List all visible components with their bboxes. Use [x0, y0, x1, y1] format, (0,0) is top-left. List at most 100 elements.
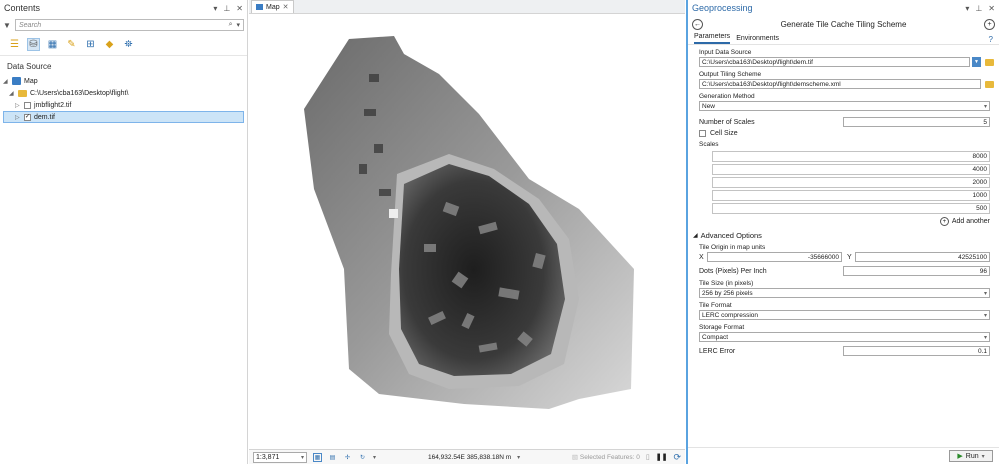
browse-folder-icon[interactable] — [985, 58, 994, 66]
tree-item-layer[interactable]: ▷ jmbflight2.tif — [3, 99, 247, 111]
list-by-data-source-icon[interactable]: ⛁ — [27, 38, 40, 51]
expand-icon[interactable]: ▷ — [15, 102, 21, 109]
scales-label: Scales — [699, 141, 719, 148]
tool-name: Generate Tile Cache Tiling Scheme — [780, 19, 907, 29]
pan-icon[interactable]: ✢ — [343, 453, 352, 462]
collapse-icon[interactable]: ◢ — [3, 78, 9, 85]
contents-search-input[interactable]: Search ⌕ ▾ — [15, 19, 244, 31]
close-icon[interactable]: ✕ — [988, 4, 995, 13]
close-icon[interactable]: ✕ — [283, 3, 289, 11]
map-icon — [12, 77, 21, 85]
cell-size-checkbox[interactable] — [699, 130, 706, 137]
list-by-perspective-icon[interactable]: ⛯ — [122, 38, 135, 51]
expand-icon[interactable]: ▷ — [15, 114, 21, 121]
options-chevron-icon[interactable]: ▾ — [213, 4, 217, 13]
output-tiling-scheme-field[interactable]: C:\Users\cba163\Desktop\flight\demscheme… — [699, 79, 981, 89]
list-by-editing-icon[interactable]: ✎ — [65, 38, 78, 51]
add-button[interactable]: + — [984, 18, 995, 30]
storage-format-select[interactable]: Compact ▾ — [699, 332, 990, 342]
contents-tree: ◢ Map ◢ C:\Users\cba163\Desktop\flight\ … — [0, 75, 247, 123]
chevron-down-icon: ▾ — [983, 334, 987, 341]
search-icon[interactable]: ⌕ — [229, 21, 233, 29]
list-by-selection-icon[interactable]: ▦ — [46, 38, 59, 51]
scale-selector[interactable]: 1:3,871 ▾ — [253, 451, 307, 463]
browse-folder-icon[interactable] — [985, 80, 994, 88]
tile-size-label: Tile Size (in pixels) — [699, 280, 754, 287]
map-canvas[interactable] — [249, 14, 685, 449]
grid-icon[interactable]: ▤ — [328, 453, 337, 462]
tile-origin-label: Tile Origin in map units — [699, 244, 766, 251]
tab-environments[interactable]: Environments — [736, 35, 779, 44]
run-bar: ▶ Run ▾ — [688, 447, 999, 464]
coordinate-readout: 164,932.54E 385,838.18N m — [428, 453, 512, 461]
chevron-down-icon[interactable]: ▾ — [301, 454, 304, 461]
origin-x-input[interactable]: -35666000 — [706, 252, 842, 262]
tile-size-select[interactable]: 256 by 256 pixels ▾ — [699, 288, 990, 298]
dem-raster — [304, 36, 634, 409]
close-icon[interactable]: ✕ — [236, 4, 243, 13]
search-dropdown-icon[interactable]: ▾ — [236, 21, 240, 29]
tree-item-map[interactable]: ◢ Map — [3, 75, 247, 87]
add-another-button[interactable]: + Add another — [699, 217, 990, 226]
chevron-down-icon[interactable]: ▾ — [373, 454, 376, 461]
input-dropdown-button[interactable]: ▼ — [972, 57, 981, 67]
list-by-labeling-icon[interactable]: ◆ — [103, 38, 116, 51]
origin-y-input[interactable]: 42525100 — [854, 252, 990, 262]
map-tab-bar: Map ✕ — [249, 0, 685, 14]
contents-header: Contents ▾ ⊥ ✕ — [0, 0, 247, 16]
dpi-input[interactable]: 96 — [843, 266, 990, 276]
contents-title: Contents — [4, 3, 41, 13]
collapse-icon[interactable]: ◢ — [9, 90, 15, 97]
filter-icon[interactable]: ▼ — [3, 21, 13, 30]
dpi-label: Dots (Pixels) Per Inch — [699, 267, 767, 275]
geoprocessing-pane: Geoprocessing ▾ ⊥ ✕ ← Generate Tile Cach… — [686, 0, 999, 464]
scale-value-input[interactable]: 1000 — [712, 190, 990, 201]
tree-item-layer-selected[interactable]: ▷ ✓ dem.tif — [3, 111, 244, 123]
scales-list: 8000 4000 2000 1000 500 — [712, 151, 990, 214]
help-icon[interactable]: ? — [989, 35, 993, 44]
scale-value-input[interactable]: 8000 — [712, 151, 990, 162]
collapse-icon: ◢ — [693, 233, 698, 239]
data-source-heading: Data Source — [7, 62, 52, 71]
chevron-down-icon: ▾ — [983, 103, 987, 110]
cell-size-label: Cell Size — [710, 130, 738, 137]
pause-icon[interactable]: ❚❚ — [656, 453, 668, 461]
list-by-snapping-icon[interactable]: ⊞ — [84, 38, 97, 51]
list-by-drawing-order-icon[interactable]: ☰ — [8, 38, 21, 51]
coordinate-dropdown-icon[interactable]: ▾ — [517, 454, 520, 461]
tile-format-label: Tile Format — [699, 302, 732, 309]
rotate-icon[interactable]: ↻ — [358, 453, 367, 462]
refresh-cache-icon[interactable]: ▯ — [646, 453, 650, 461]
pin-icon[interactable]: ⊥ — [975, 4, 982, 13]
back-button[interactable]: ← — [692, 18, 703, 30]
generation-method-select[interactable]: New ▾ — [699, 101, 990, 111]
advanced-options-toggle[interactable]: ◢ Advanced Options — [693, 231, 994, 240]
tab-map[interactable]: Map ✕ — [251, 0, 294, 13]
layer-visibility-checkbox[interactable] — [24, 101, 31, 109]
folder-icon — [18, 89, 27, 97]
input-data-source-field[interactable]: C:\Users\cba163\Desktop\flight\dem.tif — [699, 57, 970, 67]
scale-value-input[interactable]: 4000 — [712, 164, 990, 175]
pin-icon[interactable]: ⊥ — [223, 4, 230, 13]
run-button[interactable]: ▶ Run ▾ — [949, 450, 993, 462]
add-icon: + — [939, 217, 949, 226]
input-data-source-label: Input Data Source — [699, 49, 752, 56]
scale-value-input[interactable]: 500 — [712, 203, 990, 214]
layer-visibility-checkbox[interactable]: ✓ — [24, 113, 31, 121]
fixed-zoom-icon[interactable]: ▦ — [313, 452, 322, 462]
play-icon: ▶ — [957, 453, 963, 460]
number-of-scales-input[interactable]: 5 — [843, 117, 990, 127]
scale-value-input[interactable]: 2000 — [712, 177, 990, 188]
tree-item-folder[interactable]: ◢ C:\Users\cba163\Desktop\flight\ — [3, 87, 247, 99]
contents-toolbar: ☰ ⛁ ▦ ✎ ⊞ ◆ ⛯ — [0, 34, 247, 56]
tab-parameters[interactable]: Parameters — [694, 33, 731, 44]
tile-format-select[interactable]: LERC compression ▾ — [699, 310, 990, 320]
y-label: Y — [847, 253, 852, 261]
refresh-icon[interactable]: ⟳ — [673, 452, 681, 463]
generation-method-label: Generation Method — [699, 93, 755, 100]
geoprocessing-title: Geoprocessing — [692, 3, 753, 13]
storage-format-label: Storage Format — [699, 324, 745, 331]
x-label: X — [699, 253, 704, 261]
lerc-error-input[interactable]: 0.1 — [843, 346, 990, 356]
options-chevron-icon[interactable]: ▾ — [965, 4, 969, 13]
